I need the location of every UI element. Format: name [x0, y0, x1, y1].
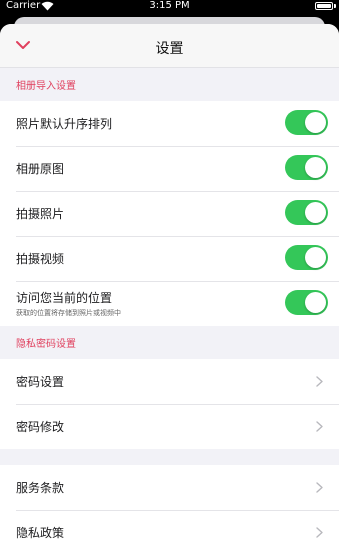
battery-icon — [315, 2, 333, 10]
settings-sheet: 设置 相册导入设置 照片默认升序排列 相册原图 拍摄照片 拍摄视频 访问您当前的… — [0, 24, 339, 548]
setting-label: 访问您当前的位置 — [16, 291, 113, 305]
setting-label: 密码设置 — [16, 375, 65, 389]
sort-ascending-toggle[interactable] — [285, 110, 328, 135]
setting-row-sort-ascending: 照片默认升序排列 — [0, 101, 339, 146]
chevron-right-icon — [316, 421, 323, 432]
setting-row-privacy-policy[interactable]: 隐私政策 — [0, 510, 339, 548]
status-time: 3:15 PM — [149, 0, 190, 11]
toggle-knob — [305, 202, 326, 223]
toggle-knob — [305, 292, 326, 313]
setting-label: 拍摄视频 — [16, 252, 65, 266]
setting-label: 拍摄照片 — [16, 207, 65, 221]
take-photo-toggle[interactable] — [285, 200, 328, 225]
location-toggle[interactable] — [285, 290, 328, 315]
setting-row-terms-of-service[interactable]: 服务条款 — [0, 465, 339, 510]
section-header-privacy-password: 隐私密码设置 — [0, 326, 339, 359]
setting-label: 密码修改 — [16, 420, 65, 434]
toggle-knob — [305, 112, 326, 133]
setting-row-original-photos: 相册原图 — [0, 146, 339, 191]
page-title: 设置 — [155, 41, 184, 57]
toggle-knob — [305, 157, 326, 178]
original-photos-toggle[interactable] — [285, 155, 328, 180]
chevron-right-icon — [316, 527, 323, 538]
record-video-toggle[interactable] — [285, 245, 328, 270]
setting-row-location: 访问您当前的位置 获取的位置将存储到照片或视频中 — [0, 281, 339, 326]
setting-label: 隐私政策 — [16, 526, 65, 540]
setting-row-password-setup[interactable]: 密码设置 — [0, 359, 339, 404]
section-header-album-import: 相册导入设置 — [0, 68, 339, 101]
toggle-knob — [305, 247, 326, 268]
setting-row-record-video: 拍摄视频 — [0, 236, 339, 281]
setting-label: 照片默认升序排列 — [16, 117, 113, 131]
setting-row-password-change[interactable]: 密码修改 — [0, 404, 339, 449]
setting-label: 相册原图 — [16, 162, 65, 176]
navigation-bar: 设置 — [0, 24, 339, 68]
battery-tip — [334, 4, 336, 8]
chevron-right-icon — [316, 376, 323, 387]
setting-row-take-photo: 拍摄照片 — [0, 191, 339, 236]
setting-label: 服务条款 — [16, 481, 65, 495]
section-spacer — [0, 449, 339, 465]
setting-subtitle: 获取的位置将存储到照片或视频中 — [16, 309, 121, 317]
chevron-right-icon — [316, 482, 323, 493]
status-bar: Carrier 3:15 PM — [0, 0, 339, 14]
